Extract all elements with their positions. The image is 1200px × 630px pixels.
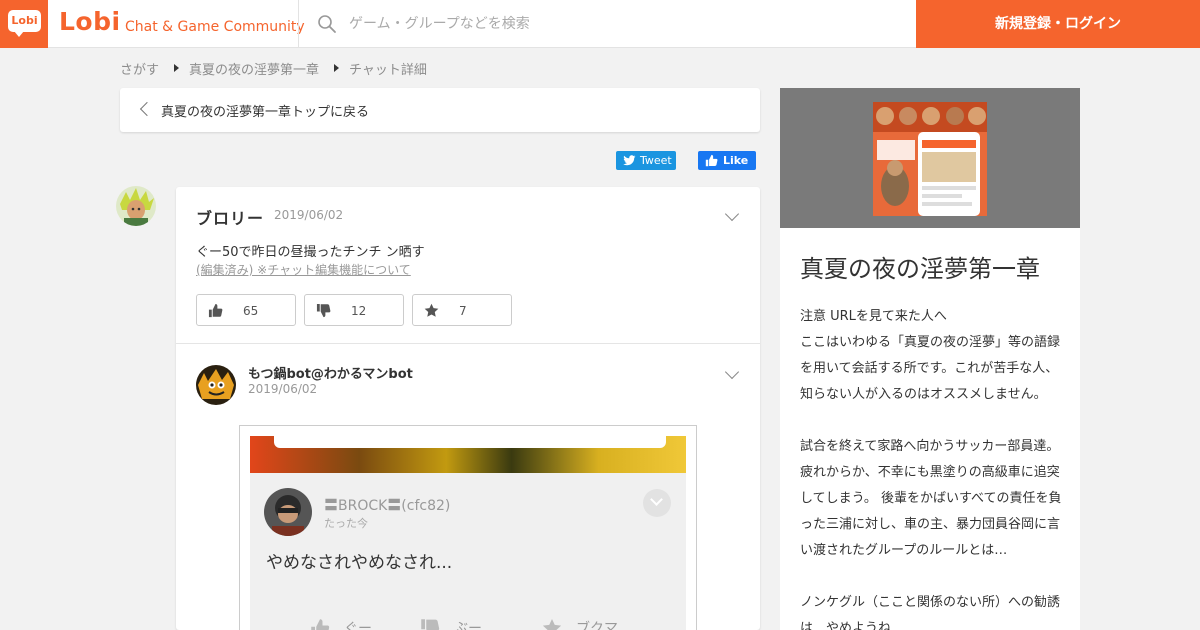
description-line: ここはいわゆる「真夏の夜の淫夢」等の語録を用いて会話する所です。これが苦手な人、… [800, 335, 1061, 402]
breadcrumb-group[interactable]: 真夏の夜の淫夢第一章 [189, 59, 319, 78]
tweet-button[interactable]: Tweet [616, 151, 676, 170]
post-author[interactable]: ブロリー [196, 205, 264, 229]
group-thumbnail-image [873, 102, 987, 216]
broly-avatar-image [116, 186, 156, 226]
signup-login-button[interactable]: 新規登録・ログイン [916, 0, 1200, 48]
description-gap [800, 564, 1062, 590]
post-divider [176, 343, 760, 344]
motsunabe-avatar-image [196, 365, 236, 405]
brock-avatar-image [264, 488, 312, 536]
screenshot-time: たった今 [324, 517, 368, 530]
screenshot-bookmark-label: ブクマ [576, 621, 618, 630]
thumbs-up-icon [311, 619, 330, 630]
edited-note-link[interactable]: (編集済み) ※チャット編集機能について [196, 261, 411, 278]
screenshot-message: やめなされやめなされ... [266, 553, 453, 573]
screenshot-good-label: ぐー [344, 621, 372, 630]
logo-text: Lobi [8, 10, 41, 32]
attached-screenshot[interactable]: 〓BROCK〓(cfc82) たった今 やめなされやめなされ... ぐー ぶー [239, 425, 697, 630]
group-hero [780, 88, 1080, 228]
group-description: 注意 URLを見て来た人へ ここはいわゆる「真夏の夜の淫夢」等の語録を用いて会話… [800, 304, 1062, 630]
bookmark-count: 7 [459, 304, 467, 318]
screenshot-chat-message: 〓BROCK〓(cfc82) たった今 やめなされやめなされ... ぐー ぶー [250, 473, 686, 630]
tweet-label: Tweet [640, 154, 672, 167]
chevron-down-icon[interactable] [724, 364, 740, 380]
bookmark-button[interactable]: 7 [412, 294, 512, 326]
brand-tagline: Chat & Game Community [125, 19, 305, 35]
chevron-down-icon[interactable] [724, 206, 740, 222]
description-line: 試合を終えて家路へ向かうサッカー部員達。疲れからか、不幸にも黒塗りの高級車に追突… [800, 439, 1062, 558]
description-gap [800, 408, 1062, 434]
chevron-left-icon [139, 101, 155, 117]
thumbs-up-icon [208, 303, 223, 318]
good-count: 65 [243, 304, 259, 318]
lobi-logo[interactable]: Lobi [0, 0, 48, 48]
like-label: Like [723, 154, 749, 167]
good-button[interactable]: 65 [196, 294, 296, 326]
top-header: Lobi Lobi Chat & Game Community 新規登録・ログイ… [0, 0, 1200, 48]
breadcrumb-separator-icon [174, 64, 180, 72]
search-icon[interactable] [317, 14, 337, 34]
post-date: 2019/06/02 [274, 208, 344, 222]
search-bar [298, 0, 916, 48]
avatar[interactable] [196, 365, 236, 405]
star-icon [542, 619, 562, 630]
twitter-bird-icon [623, 155, 636, 166]
post-date: 2019/06/02 [248, 382, 318, 396]
star-icon [424, 303, 439, 317]
post-body: ぐー50で昨日の昼撮ったチンチ ン晒す [196, 245, 425, 260]
facebook-like-button[interactable]: Like [698, 151, 756, 170]
group-sidebar: 真夏の夜の淫夢第一章 注意 URLを見て来た人へ ここはいわゆる「真夏の夜の淫夢… [780, 88, 1080, 630]
thumbs-down-icon [316, 303, 331, 318]
description-line: ノンケグル（ここと関係のない所）への勧誘は…やめようね [800, 595, 1061, 630]
post-author[interactable]: もつ鍋bot@わかるマンbot [248, 363, 413, 382]
logo-bubble-tail [14, 31, 24, 37]
chat-posts-card: ブロリー 2019/06/02 ぐー50で昨日の昼撮ったチンチ ン晒す (編集済… [176, 187, 760, 630]
thumbs-down-icon [421, 619, 440, 630]
avatar [264, 488, 312, 536]
breadcrumb-separator-icon [334, 64, 340, 72]
thumbs-up-icon [705, 154, 718, 167]
description-line: 注意 URLを見て来た人へ [800, 309, 947, 324]
breadcrumb-search[interactable]: さがす [120, 59, 159, 78]
boo-count: 12 [351, 304, 367, 318]
breadcrumb: さがす 真夏の夜の淫夢第一章 チャット詳細 [120, 59, 427, 78]
group-thumbnail[interactable] [873, 102, 987, 216]
chevron-down-icon [643, 489, 671, 517]
boo-button[interactable]: 12 [304, 294, 404, 326]
back-to-group-link[interactable]: 真夏の夜の淫夢第一章トップに戻る [120, 88, 760, 132]
group-title[interactable]: 真夏の夜の淫夢第一章 [800, 249, 1040, 284]
back-link-label: 真夏の夜の淫夢第一章トップに戻る [161, 105, 370, 120]
screenshot-actions: ぐー ぶー ブクマ [250, 613, 686, 630]
avatar[interactable] [116, 186, 156, 226]
screenshot-banner-tab [274, 436, 666, 448]
brand-name[interactable]: Lobi [59, 7, 121, 36]
screenshot-boo-label: ぶー [454, 621, 482, 630]
breadcrumb-chat-detail: チャット詳細 [349, 62, 427, 78]
screenshot-author: 〓BROCK〓(cfc82) [324, 498, 451, 514]
search-input[interactable] [349, 10, 889, 38]
